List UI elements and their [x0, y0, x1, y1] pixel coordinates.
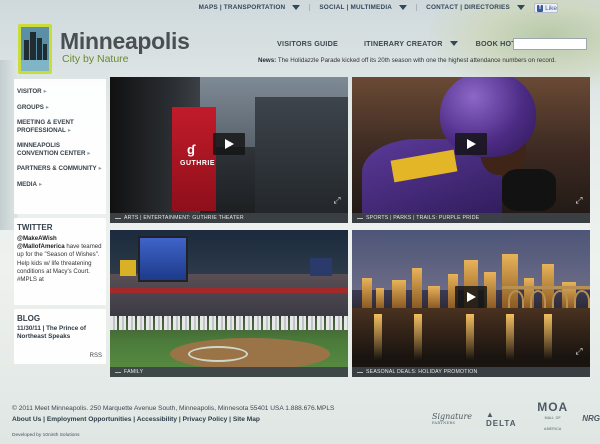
site-tagline: City by Nature: [62, 53, 129, 65]
sponsor-moa-logo[interactable]: MOA MALL OF AMERICA: [537, 401, 568, 435]
sidebar-item-meeting[interactable]: MEETING & EVENT PROFESSIONAL ▸: [17, 119, 102, 134]
tweet-handle[interactable]: @MallofAmerica: [17, 243, 65, 250]
footer-link-sitemap[interactable]: Site Map: [233, 416, 260, 423]
blog-entry-link[interactable]: 11/30/11 | The Prince of Northeast Speak…: [17, 325, 103, 341]
footer-links: About Us | Employment Opportunities | Ac…: [12, 416, 260, 423]
tile-caption: SEASONAL DEALS: HOLIDAY PROMOTION: [352, 367, 590, 377]
chevron-down-icon: [517, 5, 525, 10]
site-title[interactable]: Minneapolis: [60, 28, 190, 55]
chevron-down-icon: [449, 41, 458, 46]
play-button[interactable]: [455, 286, 487, 308]
tile-banner: [110, 288, 348, 293]
video-tile-family[interactable]: FAMILY: [110, 230, 348, 377]
expand-icon[interactable]: ⤢: [574, 195, 584, 205]
tile-sign: [310, 258, 332, 276]
tile-players: [110, 316, 348, 330]
dash-icon: [357, 217, 363, 219]
video-tile-guthrie[interactable]: ɠ GUTHRIE ⤢ ARTS | ENTERTAINMENT: GUTHRI…: [110, 77, 348, 223]
sidebar-item-media[interactable]: MEDIA ▸: [17, 181, 102, 189]
chevron-right-icon: ▸: [43, 88, 47, 95]
logo-building: [30, 32, 36, 60]
water-reflection: [466, 314, 474, 360]
guthrie-sign-text: GUTHRIE: [180, 160, 215, 167]
water-reflection: [544, 314, 552, 360]
video-tile-seasonal[interactable]: ⤢ SEASONAL DEALS: HOLIDAY PROMOTION: [352, 230, 590, 377]
logo-water: [21, 60, 49, 71]
chevron-down-icon: [292, 5, 301, 10]
water-reflection: [506, 314, 514, 360]
tile-caption: SPORTS | PARKS | TRAILS: PURPLE PRIDE: [352, 213, 590, 223]
chevron-down-icon: [399, 5, 408, 10]
sidebar-nav: VISITOR ▸ GROUPS ▸ MEETING & EVENT PROFESS…: [14, 79, 106, 214]
chevron-right-icon: ▸: [87, 149, 91, 157]
blog-widget: BLOG 11/30/11 | The Prince of Northeast …: [14, 309, 106, 364]
footer-address: © 2011 Meet Minneapolis. 250 Marquette A…: [12, 405, 335, 412]
dash-icon: [115, 371, 121, 373]
chevron-right-icon: ▸: [67, 126, 71, 134]
facebook-icon: f: [537, 4, 544, 12]
delta-triangle-icon: ▲: [486, 409, 495, 419]
water-reflection: [414, 314, 422, 360]
logo-building: [24, 40, 29, 60]
sponsor-delta-logo[interactable]: ▲ DELTA: [486, 410, 523, 428]
footer-link-about[interactable]: About Us: [12, 416, 41, 423]
water-reflection: [374, 314, 382, 360]
sidebar-item-visitor[interactable]: VISITOR ▸: [17, 88, 102, 96]
nav-itinerary-creator[interactable]: ITINERARY CREATOR: [364, 39, 458, 48]
tile-field-logo: [188, 346, 248, 362]
search-input[interactable]: [513, 38, 587, 50]
utility-nav-social[interactable]: SOCIAL | MULTIMEDIA: [310, 4, 418, 11]
facebook-like-button[interactable]: f Like: [534, 3, 558, 13]
rss-link[interactable]: RSS: [90, 353, 102, 359]
footer-link-privacy[interactable]: Privacy Policy: [183, 416, 228, 423]
utility-nav: MAPS | TRANSPORTATION SOCIAL | MULTIMEDI…: [190, 4, 534, 11]
tweet-text: @MakeAWish @MallofAmerica have teamed up…: [17, 235, 102, 284]
utility-nav-contact[interactable]: CONTACT | DIRECTORIES: [417, 4, 534, 11]
skyline-building: [392, 280, 406, 308]
dash-icon: [115, 217, 121, 219]
tile-glove: [502, 169, 556, 211]
footer-link-accessibility[interactable]: Accessibility: [137, 416, 177, 423]
logo-building: [37, 38, 42, 60]
sponsor-logos: Signature PARTNERS ▲ DELTA MOA MALL OF AME…: [432, 401, 600, 435]
skyline-building: [428, 286, 440, 308]
tile-caption: ARTS | ENTERTAINMENT: GUTHRIE THEATER: [110, 213, 348, 223]
footer-link-employment[interactable]: Employment Opportunities: [47, 416, 132, 423]
nav-visitors-guide[interactable]: VISITORS GUIDE: [277, 39, 338, 48]
tile-scoreboard: [138, 236, 188, 282]
skyline-building: [362, 278, 372, 308]
expand-icon[interactable]: ⤢: [574, 346, 584, 356]
chevron-right-icon: ▸: [45, 103, 49, 111]
sidebar-item-convention-center[interactable]: MINNEAPOLIS CONVENTION CENTER ▸: [17, 142, 102, 157]
guthrie-logo-icon: ɠ: [187, 142, 195, 157]
twitter-title: TWITTER: [17, 223, 53, 232]
skyline-building: [376, 288, 384, 308]
tile-caption: FAMILY: [110, 367, 348, 377]
video-tile-sports[interactable]: ⤢ SPORTS | PARKS | TRAILS: PURPLE PRIDE: [352, 77, 590, 223]
play-button[interactable]: [213, 133, 245, 155]
chevron-right-icon: ▸: [98, 165, 102, 172]
skyline-building: [412, 268, 422, 308]
twitter-widget: TWITTER @MakeAWish @MallofAmerica have t…: [14, 218, 106, 305]
sidebar-item-groups[interactable]: GROUPS ▸: [17, 104, 102, 112]
site-logo[interactable]: [18, 24, 52, 74]
sidebar-item-partners[interactable]: PARTNERS & COMMUNITY ▸: [17, 165, 102, 173]
utility-nav-maps[interactable]: MAPS | TRANSPORTATION: [190, 4, 311, 11]
sponsor-nrg-logo[interactable]: NRG: [582, 414, 600, 423]
guthrie-sign: [172, 107, 216, 211]
play-button[interactable]: [455, 133, 487, 155]
tweet-handle[interactable]: @MakeAWish: [17, 235, 57, 242]
logo-building: [43, 44, 47, 60]
blog-title: BLOG: [17, 314, 41, 323]
tile-sign: [120, 260, 136, 276]
chevron-right-icon: ▸: [38, 180, 43, 188]
sponsor-signature-logo[interactable]: Signature PARTNERS: [432, 412, 472, 425]
footer-developer[interactable]: Developed by 10ninth Solutions: [12, 433, 79, 438]
dash-icon: [357, 371, 363, 373]
expand-icon[interactable]: ⤢: [332, 195, 342, 205]
news-ticker[interactable]: News: The Holidazzle Parade kicked off i…: [258, 57, 556, 64]
